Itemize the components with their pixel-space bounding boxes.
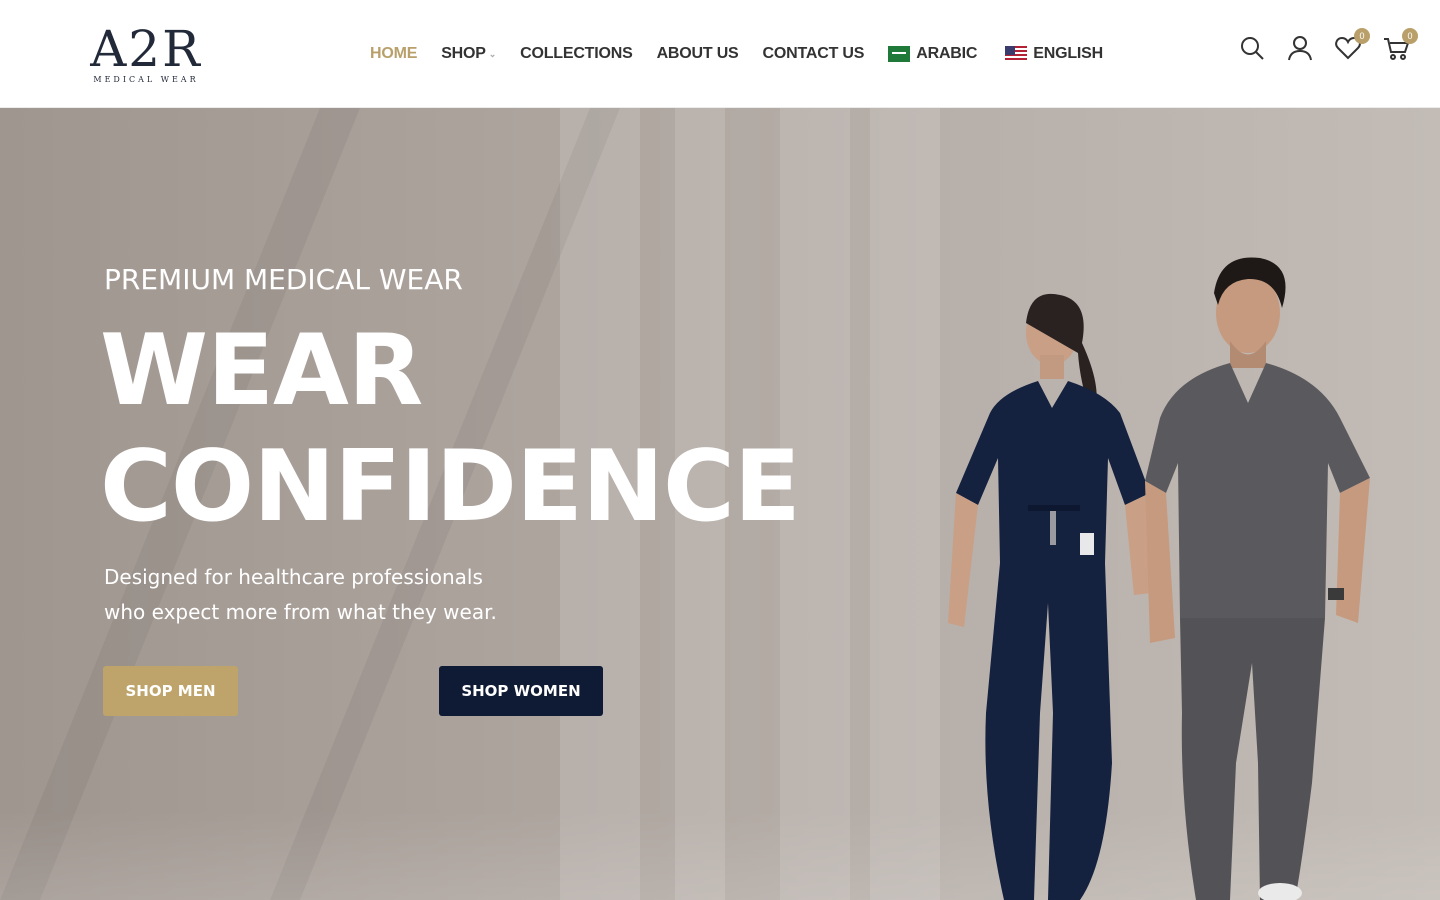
hero-subtitle: Designed for healthcare professionals wh… [104, 560, 584, 630]
hero-headline-line-1: WEAR [100, 314, 423, 428]
us-flag-icon [1005, 46, 1028, 62]
site-logo[interactable]: A2R MEDICAL WEAR [66, 20, 226, 88]
logo-mark: A2R [90, 20, 202, 78]
header-icons: 0 0 [1218, 28, 1418, 62]
hero-headline: WEAR CONFIDENCE [100, 313, 801, 545]
nav-shop[interactable]: SHOP ⌄ [441, 45, 496, 63]
hero-headline-line-2: CONFIDENCE [100, 430, 801, 544]
shop-men-button[interactable]: SHOP MEN [103, 666, 238, 716]
chevron-down-icon: ⌄ [488, 48, 497, 59]
search-button[interactable] [1238, 34, 1266, 62]
language-english[interactable]: ENGLISH [1005, 45, 1103, 63]
main-nav: HOME SHOP ⌄ COLLECTIONS ABOUT US CONTACT… [370, 0, 1131, 108]
male-model [1145, 257, 1370, 900]
account-button[interactable] [1286, 34, 1314, 62]
language-arabic-label: ARABIC [916, 45, 978, 62]
cart-button[interactable]: 0 [1382, 28, 1418, 62]
user-icon [1288, 36, 1312, 61]
nav-contact-us[interactable]: CONTACT US [763, 45, 865, 63]
nav-collections-label: COLLECTIONS [520, 45, 633, 62]
logo-subtext: MEDICAL WEAR [93, 75, 199, 84]
shop-women-button[interactable]: SHOP WOMEN [439, 666, 603, 716]
search-icon [1241, 37, 1264, 60]
language-english-label: ENGLISH [1033, 45, 1103, 62]
nav-shop-label: SHOP [441, 45, 486, 62]
hero-models-image [948, 257, 1370, 900]
nav-contact-label: CONTACT US [762, 45, 865, 62]
cart-count-badge: 0 [1402, 28, 1418, 44]
hero-subtitle-line-1: Designed for healthcare professionals [104, 565, 483, 589]
hero-eyebrow: PREMIUM MEDICAL WEAR [104, 263, 463, 296]
nav-about-label: ABOUT US [656, 45, 739, 62]
hero-subtitle-line-2: who expect more from what they wear. [104, 600, 497, 624]
nav-home-label: HOME [370, 45, 418, 62]
nav-about-us[interactable]: ABOUT US [657, 45, 739, 63]
nav-home[interactable]: HOME [370, 45, 417, 63]
female-model [948, 293, 1152, 900]
language-arabic[interactable]: ARABIC [888, 45, 977, 63]
wishlist-button[interactable]: 0 [1334, 28, 1370, 62]
site-header: A2R MEDICAL WEAR HOME SHOP ⌄ COLLECTIONS… [0, 0, 1440, 108]
wishlist-count-badge: 0 [1354, 28, 1370, 44]
nav-collections[interactable]: COLLECTIONS [520, 45, 633, 63]
hero-banner: PREMIUM MEDICAL WEAR WEAR CONFIDENCE Des… [0, 108, 1440, 900]
saudi-flag-icon [888, 46, 911, 62]
